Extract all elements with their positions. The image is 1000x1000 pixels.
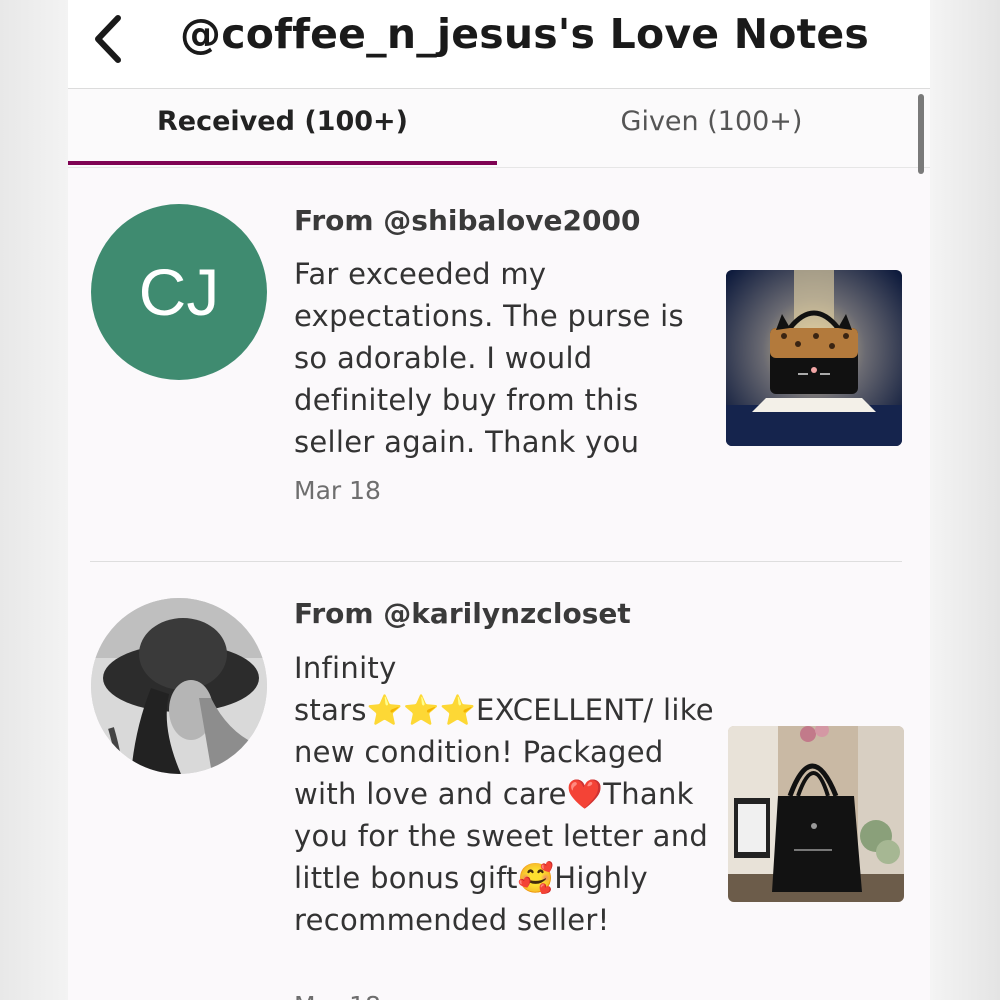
chevron-left-icon [95, 15, 121, 63]
note-message: Far exceeded my expectations. The purse … [294, 257, 684, 459]
star-emoji: ⭐⭐⭐ [366, 693, 477, 727]
avatar[interactable] [91, 598, 267, 774]
tab-received[interactable]: Received (100+) [68, 89, 497, 165]
tote-bag-image [728, 726, 904, 902]
header-bar: @coffee_n_jesus's Love Notes [68, 0, 930, 89]
listing-thumbnail[interactable] [728, 726, 904, 902]
active-tab-indicator [68, 161, 497, 165]
scrollbar[interactable] [918, 94, 924, 174]
tab-given[interactable]: Given (100+) [497, 89, 926, 165]
background-right [930, 0, 1000, 1000]
tab-bar: Received (100+) Given (100+) [68, 89, 930, 168]
note-sender[interactable]: From @karilynzcloset [294, 597, 631, 630]
page-title: @coffee_n_jesus's Love Notes [180, 10, 870, 58]
avatar-initials: CJ [138, 255, 220, 329]
back-button[interactable] [82, 6, 142, 68]
note-message: Infinity stars⭐⭐⭐EXCELLENT/ like new con… [294, 647, 714, 941]
love-note: From @karilynzcloset Infinity stars⭐⭐⭐EX… [68, 563, 930, 1000]
profile-photo [91, 598, 267, 774]
love-note: CJ From @shibalove2000 Far exceeded my e… [68, 168, 930, 562]
app-screen: @coffee_n_jesus's Love Notes Received (1… [68, 0, 930, 1000]
smiling-face-with-hearts-emoji: 🥰 [517, 861, 555, 895]
purse-image [726, 270, 902, 446]
background-left [0, 0, 68, 1000]
heart-emoji: ❤️ [566, 777, 604, 811]
note-sender[interactable]: From @shibalove2000 [294, 204, 640, 237]
note-date: Mar 18 [294, 476, 381, 505]
avatar[interactable]: CJ [91, 204, 267, 380]
note-date: Mar 18 [294, 991, 381, 1000]
divider [90, 561, 902, 562]
listing-thumbnail[interactable] [726, 270, 902, 446]
